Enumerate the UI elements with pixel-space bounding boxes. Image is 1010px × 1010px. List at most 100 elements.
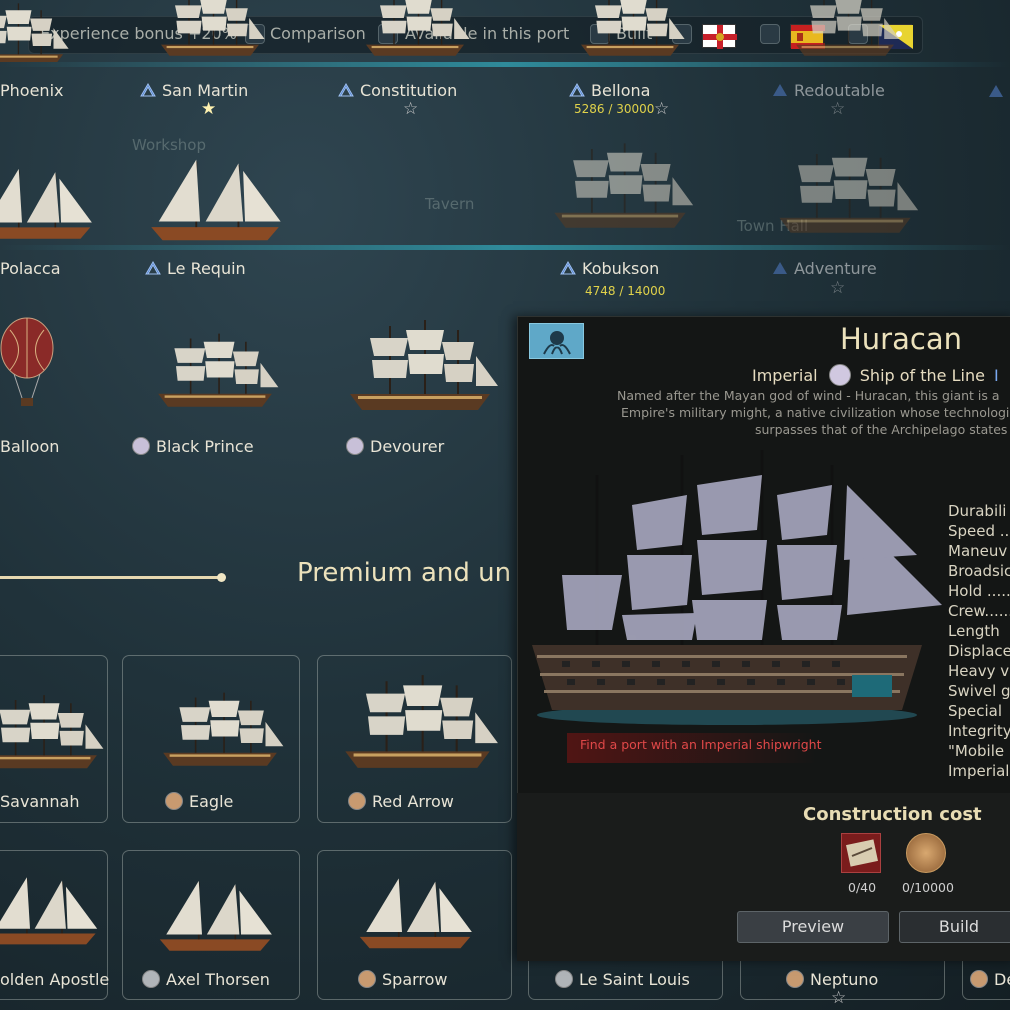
ship-name-label: Red Arrow [372,792,454,811]
ship-name-label: Eagle [189,792,234,811]
ship-image-kobukson[interactable] [545,125,695,248]
ship-name-san-martin[interactable]: San Martin [140,81,248,100]
ship-name-label: Devourer [370,437,445,456]
detail-ship-title: Huracan [840,322,962,356]
ship-class-icon [338,83,354,97]
ship-image-san-martin[interactable] [135,0,285,62]
ship-name-label: San Martin [162,81,249,100]
ship-name-le-saint-louis: Le Saint Louis [555,970,690,989]
ship-name-label: Bellona [591,81,651,100]
ship-name-phoenix[interactable]: Phoenix [0,81,63,100]
ship-image-polacca[interactable] [0,158,100,248]
star-outline-icon[interactable]: ☆ [830,278,845,298]
ship-name-neptuno: Neptuno [786,970,878,989]
star-outline-icon[interactable]: ☆ [654,99,669,119]
stat-maneuverability: Maneuv [948,542,1008,560]
ship-name-label: Le Saint Louis [579,970,690,989]
ship-name-label: Redoutable [794,81,885,100]
ship-name-le-requin[interactable]: Le Requin [145,259,246,278]
star-outline-icon[interactable]: ☆ [831,988,846,1008]
ship-image-le-requin[interactable] [140,150,290,248]
ship-name-kobukson[interactable]: Kobukson [560,259,659,278]
requirement-text: Find a port with an Imperial shipwright [580,737,822,752]
ship-image-axel-thorsen [150,870,280,960]
ship-image-constitution[interactable] [340,0,490,62]
ship-class-icon [560,261,576,275]
ship-image-phoenix[interactable] [0,0,75,62]
imperial-emblem-icon [828,364,851,386]
ship-name-redoutable[interactable]: Redoutable [772,81,885,100]
premium-coin-icon [555,970,573,988]
ship-image-adventure[interactable] [770,135,920,248]
gold-cost: 0/10000 [902,880,954,895]
ship-name-devourer[interactable]: Devourer [346,437,444,456]
premium-coin-icon [348,792,366,810]
ship-name-polacca[interactable]: Polacca [0,259,61,278]
ship-image-redoutable[interactable] [770,0,920,62]
ship-name-savannah: Savannah [0,792,80,811]
star-outline-icon[interactable]: ☆ [830,99,845,119]
ship-name-label: Adventure [794,259,877,278]
ship-name-label: Le Requin [167,259,246,278]
ship-name-label: Neptuno [810,970,879,989]
stat-integrity: Integrity [948,722,1010,740]
kraken-flag-icon [529,323,584,359]
stat-displacement: Displace [948,642,1010,660]
ship-name-bellona[interactable]: Bellona [569,81,650,100]
ship-name-black-prince[interactable]: Black Prince [132,437,254,456]
faction-label: Imperial [752,366,818,385]
ship-image-black-prince[interactable] [150,315,280,427]
detail-ship-image [522,445,952,735]
ship-name-golden-apostle: olden Apostle [0,970,110,989]
bellona-progress: 5286 / 30000 [574,102,655,116]
stat-hold: Hold ....... [948,582,1010,600]
description-line: Named after the Mayan god of wind - Hura… [617,388,1000,403]
ship-class-icon [145,261,161,275]
ship-name-axel-thorsen: Axel Thorsen [142,970,270,989]
construction-cost-title: Construction cost [803,804,982,825]
section-divider-line [0,576,222,579]
description-line: surpasses that of the Archipelago states [755,422,1008,437]
detail-ship-subtitle: Imperial Ship of the Line I [752,364,999,386]
build-button[interactable]: Build [899,911,1010,943]
favorite-star-icon[interactable]: ★ [201,99,216,119]
map-label-tavern: Tavern [425,195,475,213]
ship-name-label: Kobukson [582,259,660,278]
water-line-row1 [0,62,1010,67]
section-divider-dot [217,573,226,582]
water-line-row2 [0,245,1010,250]
ship-class-suffix: I [994,366,999,385]
ship-image-golden-apostle [0,860,105,960]
ship-name-label: Sparrow [382,970,448,989]
section-title: Premium and un [297,558,512,588]
detail-description: Named after the Mayan god of wind - Hura… [617,387,1010,438]
stat-imperial: Imperial [948,762,1010,780]
ship-name-balloon[interactable]: Balloon [0,437,59,456]
star-outline-icon[interactable]: ☆ [403,99,418,119]
stat-heavy-weapons: Heavy v [948,662,1010,680]
ship-class-icon [140,83,156,97]
ship-name-label: De [994,970,1010,989]
ship-image-bellona[interactable] [555,0,705,62]
preview-button[interactable]: Preview [737,911,889,943]
ship-image-savannah [0,680,105,785]
ship-name-label: Black Prince [156,437,254,456]
stat-special: Special [948,702,1003,720]
stat-durability: Durabili [948,502,1007,520]
stat-swivel-guns: Swivel g [948,682,1010,700]
ship-image-devourer[interactable] [340,305,500,427]
ship-image-sparrow [350,865,480,960]
premium-coin-icon [786,970,804,988]
ship-image-red-arrow [335,660,500,785]
kobukson-progress: 4748 / 14000 [585,284,666,298]
blueprint-icon [841,833,881,873]
ship-name-adventure[interactable]: Adventure [772,259,877,278]
premium-coin-icon [358,970,376,988]
ship-name-constitution[interactable]: Constitution [338,81,457,100]
gold-coin-icon [906,833,946,873]
ship-name-sparrow: Sparrow [358,970,448,989]
england-flag-icon[interactable] [702,24,737,49]
ship-name-eagle: Eagle [165,792,233,811]
premium-coin-icon [970,970,988,988]
ship-image-balloon[interactable] [0,310,60,410]
